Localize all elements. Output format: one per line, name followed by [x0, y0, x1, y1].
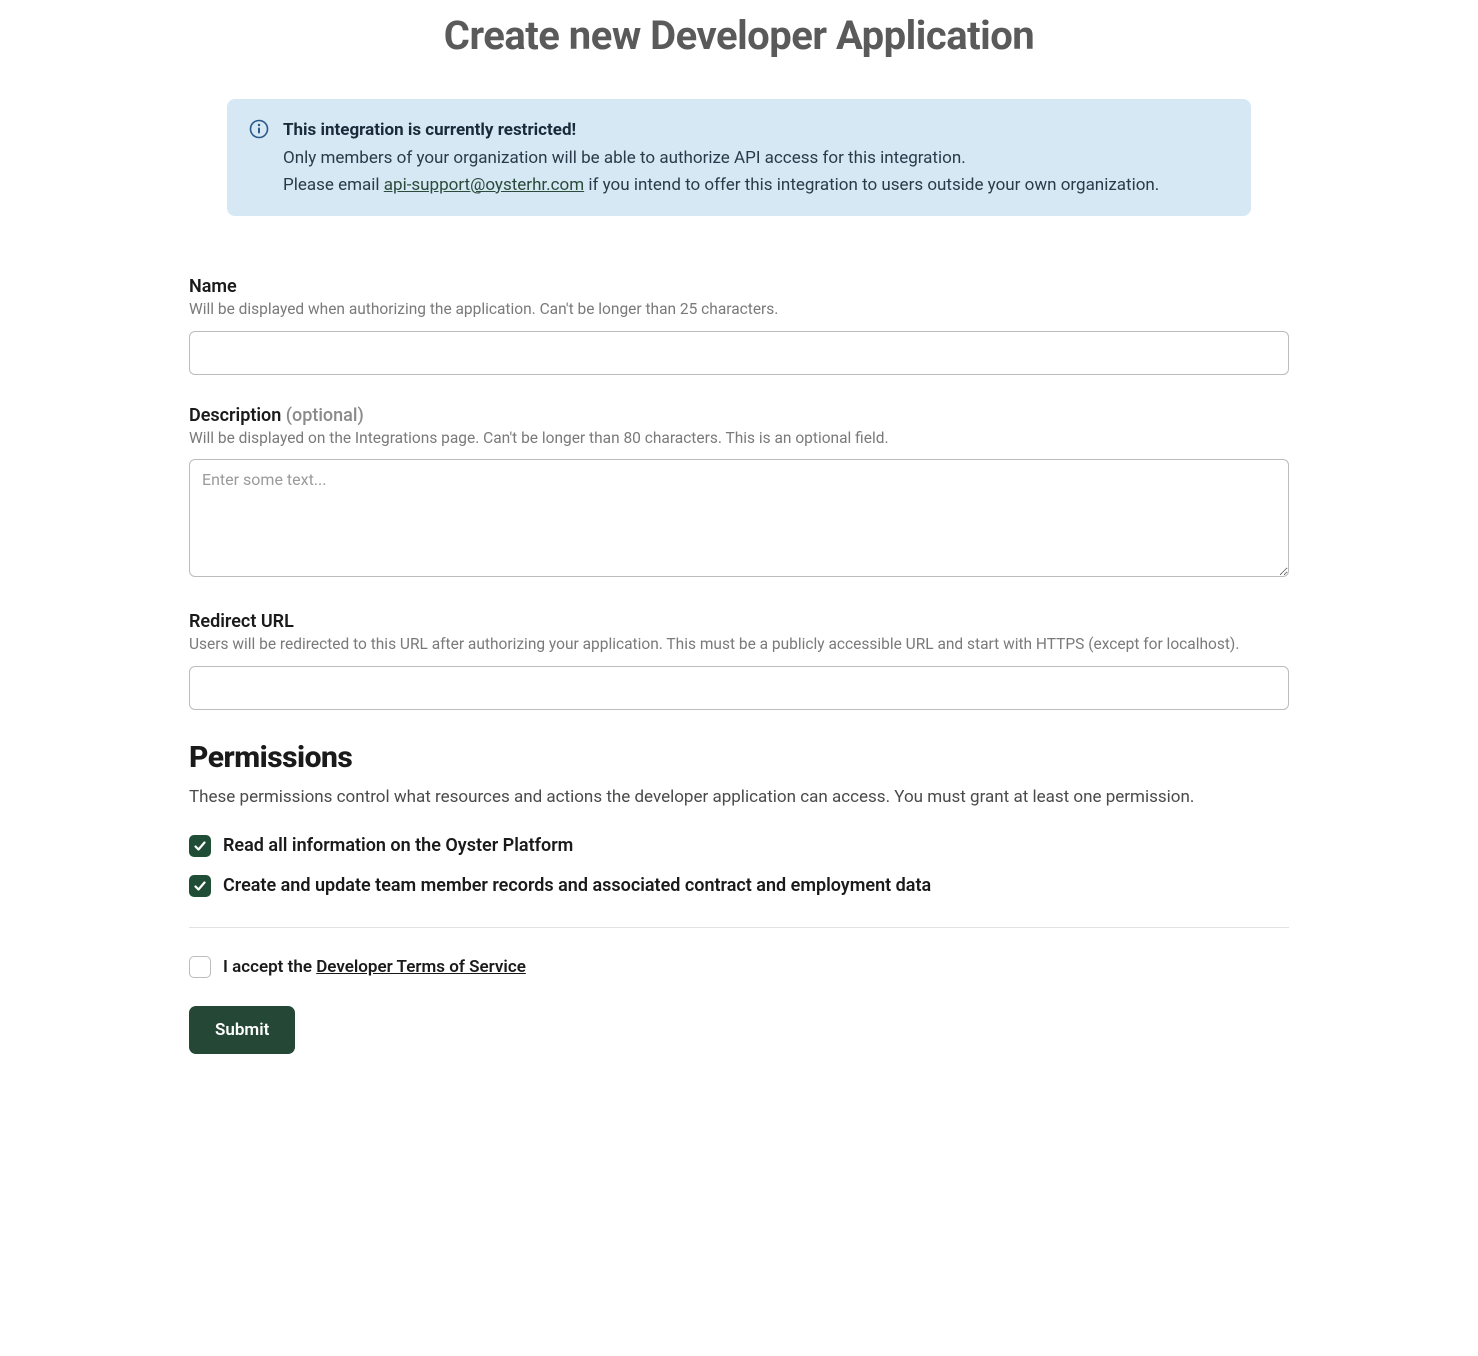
description-input[interactable]: [189, 459, 1289, 577]
redirect-url-input[interactable]: [189, 666, 1289, 710]
info-banner-body: This integration is currently restricted…: [283, 117, 1159, 198]
permission-checkbox-read[interactable]: [189, 835, 211, 857]
description-label-text: Description: [189, 405, 281, 426]
name-help: Will be displayed when authorizing the a…: [189, 299, 1289, 321]
name-input[interactable]: [189, 331, 1289, 375]
permissions-heading: Permissions: [189, 740, 1289, 775]
description-help: Will be displayed on the Integrations pa…: [189, 428, 1289, 450]
name-label: Name: [189, 276, 1289, 297]
redirect-url-field-group: Redirect URL Users will be redirected to…: [189, 611, 1289, 710]
terms-row: I accept the Developer Terms of Service: [189, 956, 1289, 978]
divider: [189, 927, 1289, 928]
info-banner-line2-prefix: Please email: [283, 175, 384, 195]
permissions-help: These permissions control what resources…: [189, 785, 1289, 811]
redirect-url-label: Redirect URL: [189, 611, 1289, 632]
permission-checkbox-write[interactable]: [189, 875, 211, 897]
terms-link[interactable]: Developer Terms of Service: [316, 957, 526, 977]
info-banner-line2-suffix: if you intend to offer this integration …: [584, 175, 1159, 195]
terms-label: I accept the Developer Terms of Service: [223, 957, 526, 977]
info-banner-email-link[interactable]: api-support@oysterhr.com: [384, 175, 584, 195]
description-field-group: Description (optional) Will be displayed…: [189, 405, 1289, 582]
redirect-url-help: Users will be redirected to this URL aft…: [189, 634, 1289, 656]
permission-row: Create and update team member records an…: [189, 875, 1289, 897]
info-banner-heading: This integration is currently restricted…: [283, 117, 1159, 143]
description-optional-tag: (optional): [286, 405, 364, 426]
info-banner: This integration is currently restricted…: [227, 99, 1251, 216]
submit-button[interactable]: Submit: [189, 1006, 295, 1054]
info-icon: [249, 119, 269, 139]
permission-label: Create and update team member records an…: [223, 875, 931, 896]
name-field-group: Name Will be displayed when authorizing …: [189, 276, 1289, 375]
description-label: Description (optional): [189, 405, 1289, 426]
terms-checkbox[interactable]: [189, 956, 211, 978]
permission-row: Read all information on the Oyster Platf…: [189, 835, 1289, 857]
info-banner-line1: Only members of your organization will b…: [283, 148, 966, 168]
terms-prefix: I accept the: [223, 957, 316, 977]
page-title: Create new Developer Application: [189, 12, 1289, 59]
permission-label: Read all information on the Oyster Platf…: [223, 835, 573, 856]
